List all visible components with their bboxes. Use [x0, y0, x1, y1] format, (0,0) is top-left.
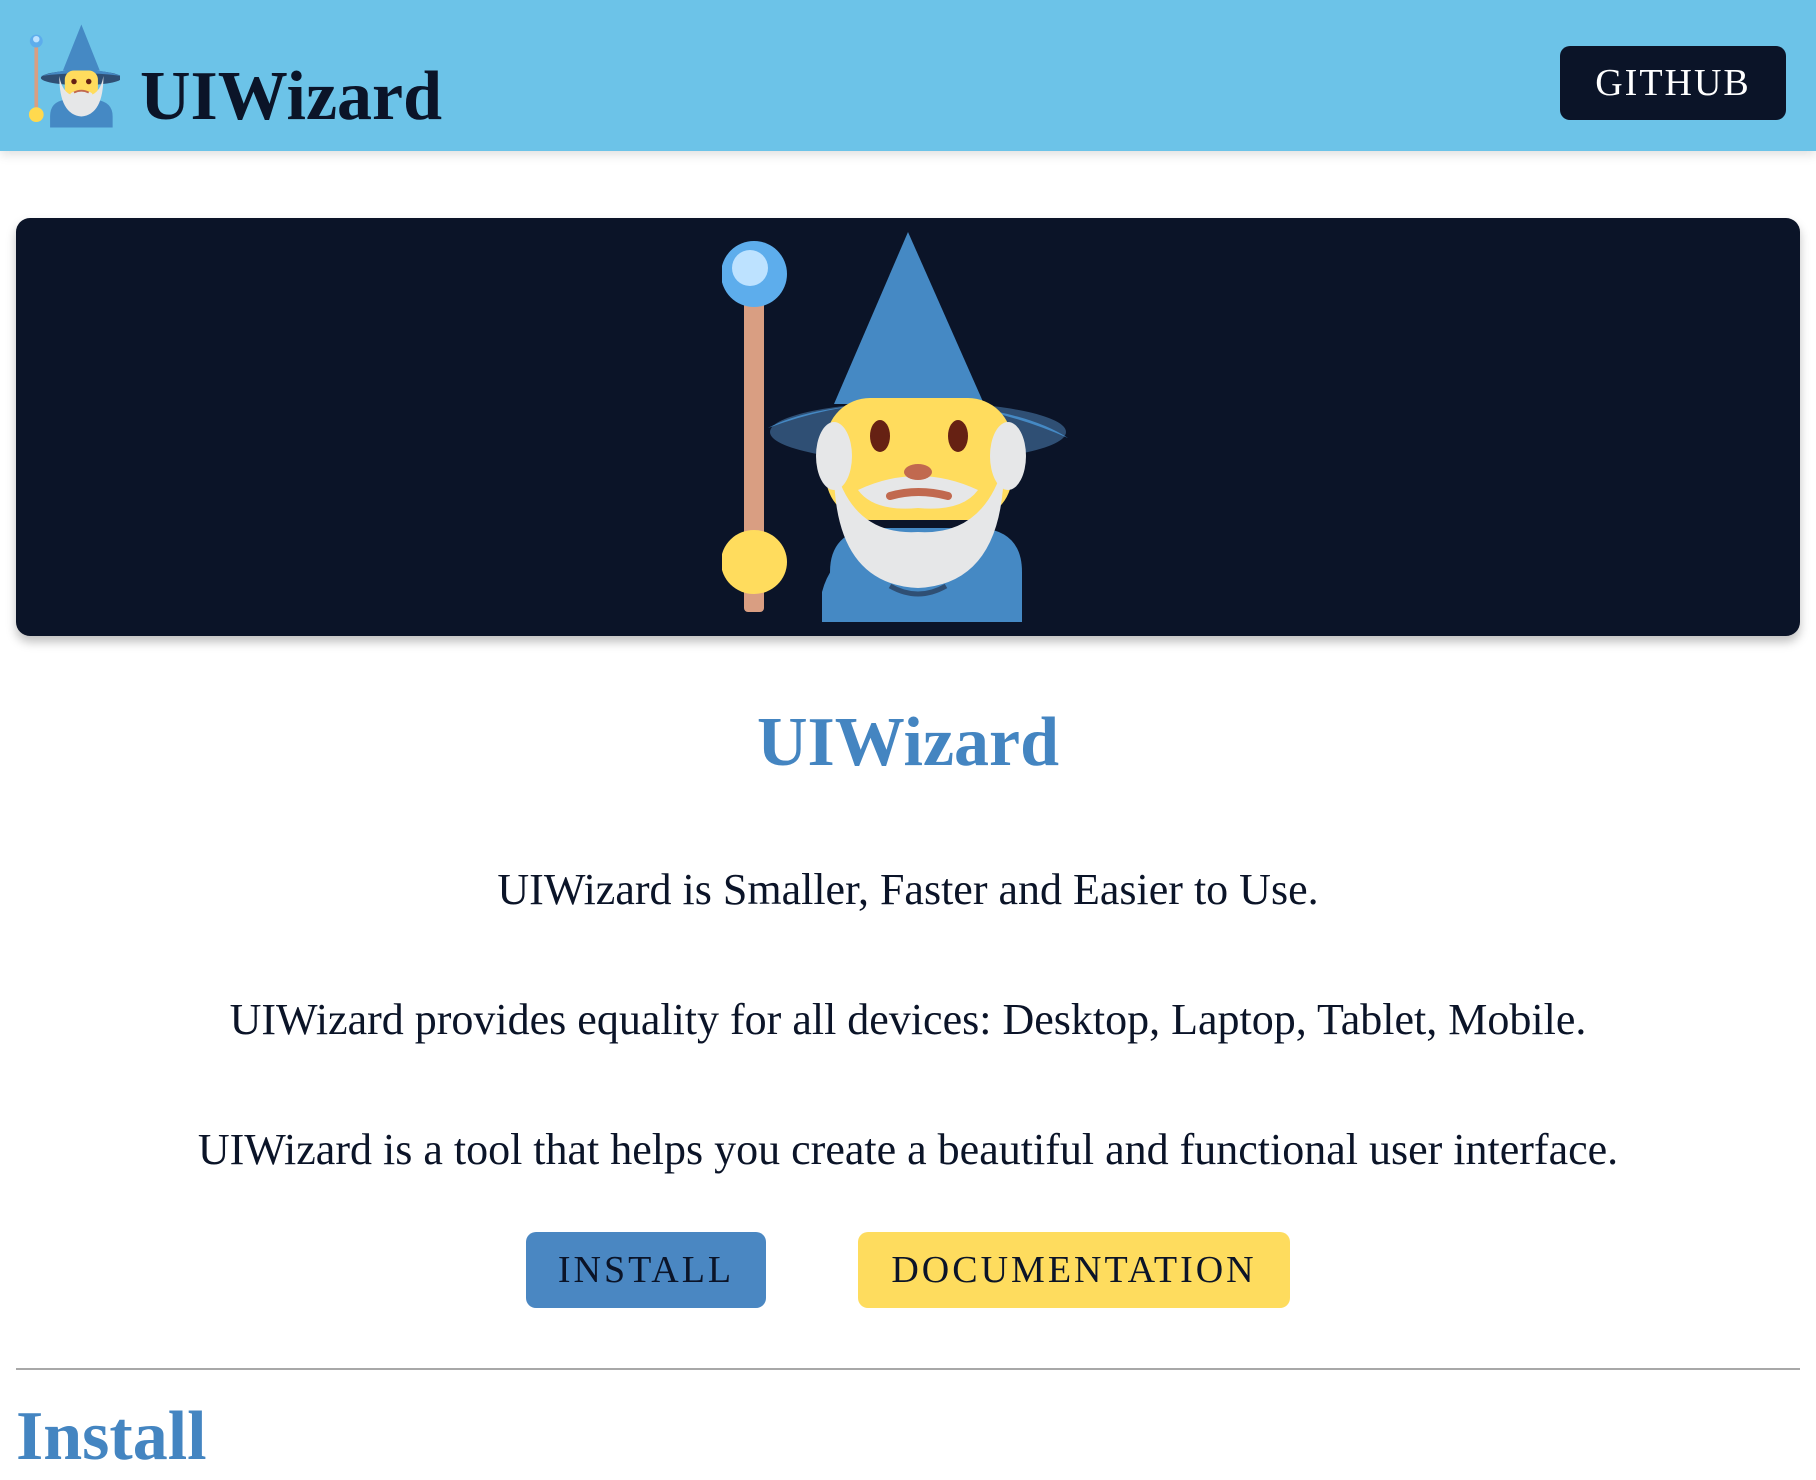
top-header: UIWizard GITHUB — [0, 0, 1816, 151]
hero-banner — [16, 218, 1800, 636]
site-title[interactable]: UIWizard — [140, 62, 442, 132]
wizard-icon[interactable] — [28, 24, 120, 128]
section-divider — [16, 1368, 1800, 1370]
github-button[interactable]: GITHUB — [1560, 46, 1786, 120]
tagline-3: UIWizard is a tool that helps you create… — [197, 1125, 1619, 1174]
hero-title: UIWizard — [756, 704, 1060, 781]
install-button[interactable]: INSTALL — [526, 1232, 766, 1308]
documentation-button[interactable]: DOCUMENTATION — [858, 1232, 1290, 1308]
install-section-heading: Install — [16, 1398, 207, 1475]
tagline-1: UIWizard is Smaller, Faster and Easier t… — [497, 865, 1319, 914]
wizard-icon — [722, 232, 1068, 622]
tagline-2: UIWizard provides equality for all devic… — [229, 995, 1587, 1044]
